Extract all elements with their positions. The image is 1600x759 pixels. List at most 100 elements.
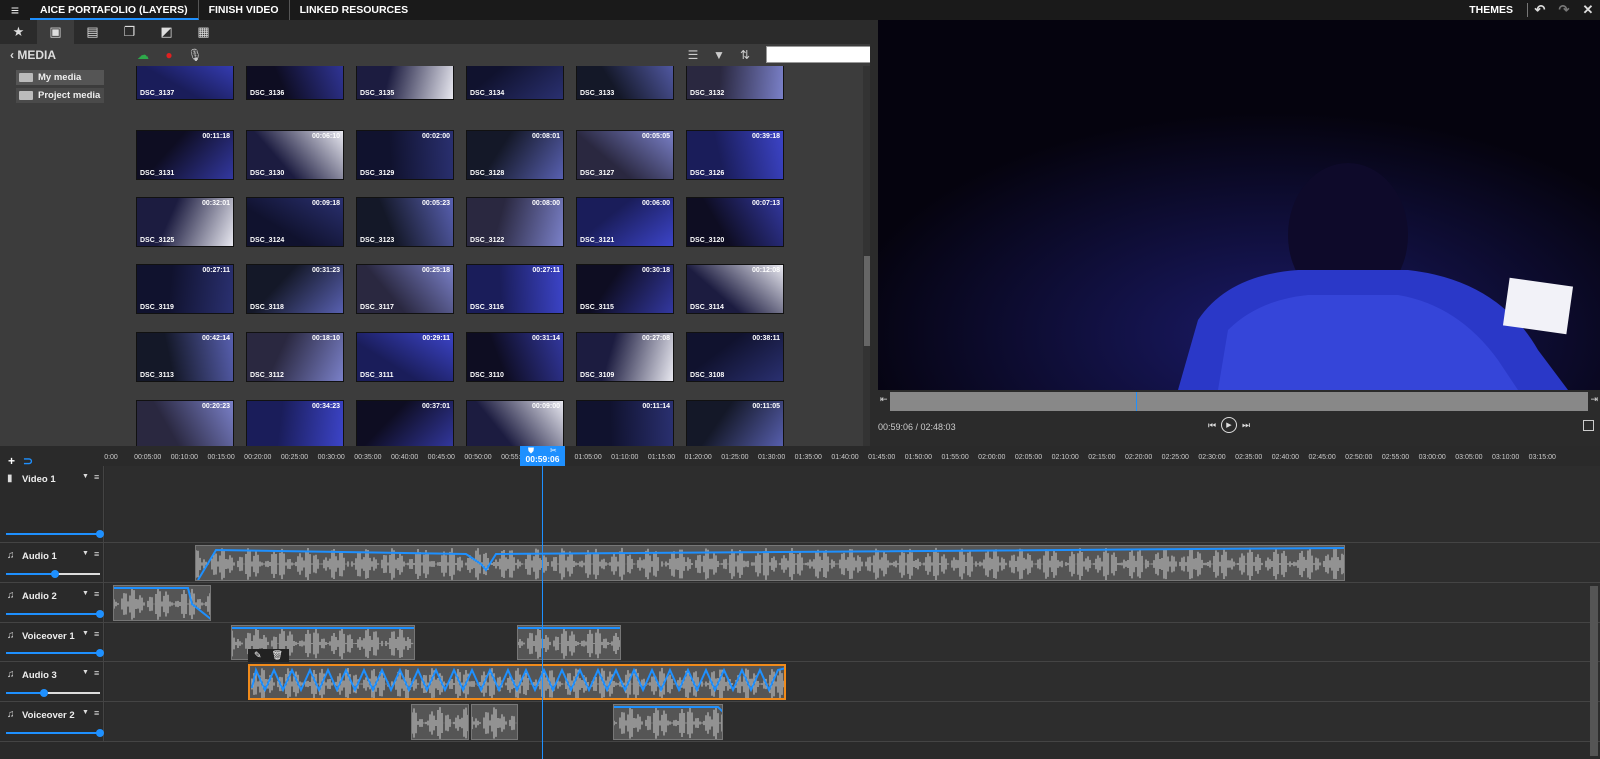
track-volume-slider[interactable] bbox=[6, 610, 104, 618]
themes-button[interactable]: THEMES bbox=[1455, 3, 1528, 17]
media-back-button[interactable]: ‹ MEDIA bbox=[0, 48, 130, 62]
audio-clip[interactable] bbox=[411, 704, 469, 740]
scrub-track[interactable] bbox=[890, 392, 1588, 411]
media-thumbnail[interactable]: 00:25:18 DSC_3117 bbox=[356, 264, 454, 314]
media-thumbnail[interactable]: 00:02:00 DSC_3129 bbox=[356, 130, 454, 180]
track-menu-icon[interactable]: ≡ bbox=[94, 708, 99, 718]
audio-clip[interactable] bbox=[195, 545, 1345, 581]
hamburger-menu-icon[interactable]: ≡ bbox=[0, 2, 30, 18]
trim-end-icon[interactable]: ⇥ bbox=[1590, 394, 1598, 405]
track-menu-icon[interactable]: ≡ bbox=[94, 668, 99, 678]
track-lane[interactable] bbox=[105, 583, 1600, 622]
list-view-icon[interactable]: ☰ bbox=[680, 48, 706, 62]
audio-clip[interactable] bbox=[613, 704, 723, 740]
media-thumbnail[interactable]: 00:11:05 bbox=[686, 400, 784, 446]
track-lane[interactable] bbox=[105, 623, 1600, 661]
play-icon[interactable]: ▶ bbox=[1221, 417, 1237, 433]
media-thumbnail[interactable]: 00:18:10 DSC_3112 bbox=[246, 332, 344, 382]
chevron-down-icon[interactable]: ▼ bbox=[82, 669, 89, 676]
media-thumbnail[interactable]: 00:06:00 DSC_3121 bbox=[576, 197, 674, 247]
media-thumbnail[interactable]: 00:11:18 DSC_3131 bbox=[136, 130, 234, 180]
media-thumbnail[interactable]: 00:05:05 DSC_3127 bbox=[576, 130, 674, 180]
audio-clip[interactable] bbox=[113, 585, 211, 621]
media-thumbnail[interactable]: 00:05:23 DSC_3123 bbox=[356, 197, 454, 247]
track-volume-slider[interactable] bbox=[6, 530, 104, 538]
chevron-down-icon[interactable]: ▼ bbox=[82, 709, 89, 716]
media-thumbnail[interactable]: 00:11:14 bbox=[576, 400, 674, 446]
media-thumbnail[interactable]: 00:31:23 DSC_3118 bbox=[246, 264, 344, 314]
media-thumbnail[interactable]: 00:34:23 bbox=[246, 400, 344, 446]
folder-my-media[interactable]: My media bbox=[16, 70, 105, 85]
chevron-down-icon[interactable]: ▼ bbox=[82, 473, 89, 480]
audio-clip[interactable] bbox=[517, 625, 621, 660]
track-lane[interactable] bbox=[105, 702, 1600, 741]
panel-splitter[interactable] bbox=[870, 20, 878, 446]
audio-clip[interactable] bbox=[471, 704, 518, 740]
undo-icon[interactable]: ↶ bbox=[1528, 2, 1552, 18]
track-menu-icon[interactable]: ≡ bbox=[94, 589, 99, 599]
media-thumbnail[interactable]: 00:32:01 DSC_3125 bbox=[136, 197, 234, 247]
filter-icon[interactable]: ▼ bbox=[706, 48, 732, 62]
microphone-icon[interactable]: 🎙 bbox=[182, 48, 208, 62]
media-thumbnail[interactable]: 00:11:00DSC_3136 bbox=[246, 66, 344, 100]
timeline-scrollbar[interactable] bbox=[1590, 586, 1598, 756]
track-lane[interactable] bbox=[105, 543, 1600, 582]
track-volume-slider[interactable] bbox=[6, 729, 104, 737]
media-thumbnail[interactable]: 00:06:10 DSC_3130 bbox=[246, 130, 344, 180]
track-menu-icon[interactable]: ≡ bbox=[94, 549, 99, 559]
media-search-input[interactable] bbox=[766, 46, 876, 63]
media-thumbnail[interactable]: 00:39:18 DSC_3126 bbox=[686, 130, 784, 180]
folder-project-media[interactable]: Project media bbox=[16, 88, 105, 103]
track-volume-slider[interactable] bbox=[6, 689, 100, 697]
media-thumbnail[interactable]: 00:03:23DSC_3137 bbox=[136, 66, 234, 100]
preview-scrubber[interactable]: ⇤ ⇥ bbox=[878, 390, 1600, 412]
track-volume-slider[interactable] bbox=[6, 649, 104, 657]
star-icon[interactable]: ★ bbox=[0, 20, 37, 44]
media-thumbnail[interactable]: 00:08:01 DSC_3128 bbox=[466, 130, 564, 180]
images-icon[interactable]: ▦ bbox=[185, 20, 222, 44]
fullscreen-icon[interactable] bbox=[1583, 420, 1594, 431]
redo-icon[interactable]: ↷ bbox=[1552, 2, 1576, 18]
media-thumbnail[interactable]: 00:30:18 DSC_3115 bbox=[576, 264, 674, 314]
edit-icon[interactable]: ✎ bbox=[254, 650, 262, 661]
track-lane[interactable] bbox=[105, 466, 1600, 542]
close-icon[interactable]: ✕ bbox=[1576, 2, 1600, 18]
media-thumbnail[interactable]: 00:08:00 DSC_3122 bbox=[466, 197, 564, 247]
playhead-marker[interactable]: ⛊ ✂ 00:59:06 bbox=[520, 446, 565, 466]
scrub-playhead[interactable] bbox=[1135, 392, 1137, 411]
record-icon[interactable]: ● bbox=[156, 48, 182, 62]
media-thumbnail[interactable]: 00:07:13 DSC_3120 bbox=[686, 197, 784, 247]
track-lane[interactable]: ✎ 🗑 bbox=[105, 649, 1600, 701]
media-thumbnail[interactable]: 00:34:21DSC_3135 bbox=[356, 66, 454, 100]
media-thumbnail[interactable]: 00:02:12DSC_3133 bbox=[576, 66, 674, 100]
track-volume-slider[interactable] bbox=[6, 570, 100, 578]
tab-finish-video[interactable]: FINISH VIDEO bbox=[199, 0, 290, 20]
tab-linked-resources[interactable]: LINKED RESOURCES bbox=[290, 0, 419, 20]
media-thumbnail[interactable]: 00:12:08 DSC_3114 bbox=[686, 264, 784, 314]
media-thumbnail[interactable]: 00:37:01 bbox=[356, 400, 454, 446]
media-thumbnail[interactable]: 00:27:11 DSC_3116 bbox=[466, 264, 564, 314]
chevron-down-icon[interactable]: ▼ bbox=[82, 550, 89, 557]
layers-icon[interactable]: ❐ bbox=[111, 20, 148, 44]
skip-back-icon[interactable]: ⏮ bbox=[1203, 420, 1221, 431]
media-thumbnail[interactable]: 00:27:11 DSC_3119 bbox=[136, 264, 234, 314]
track-menu-icon[interactable]: ≡ bbox=[94, 472, 99, 482]
trim-start-icon[interactable]: ⇤ bbox=[880, 394, 888, 405]
media-thumbnail[interactable]: 00:27:08 DSC_3109 bbox=[576, 332, 674, 382]
media-thumbnail[interactable]: 00:42:14 DSC_3113 bbox=[136, 332, 234, 382]
media-thumbnail[interactable]: 00:09:00 bbox=[466, 400, 564, 446]
media-thumbnail[interactable]: 00:29:11 DSC_3111 bbox=[356, 332, 454, 382]
chevron-down-icon[interactable]: ▼ bbox=[82, 590, 89, 597]
trash-icon[interactable]: 🗑 bbox=[272, 650, 283, 661]
media-thumbnail[interactable]: 00:20:23 bbox=[136, 400, 234, 446]
media-thumbnail[interactable]: 00:02:07DSC_3134 bbox=[466, 66, 564, 100]
audio-clip[interactable] bbox=[248, 664, 786, 700]
skip-forward-icon[interactable]: ⏭ bbox=[1237, 420, 1255, 431]
media-thumbnail[interactable]: 00:09:18 DSC_3124 bbox=[246, 197, 344, 247]
sort-icon[interactable]: ⇅ bbox=[732, 48, 758, 62]
track-menu-icon[interactable]: ≡ bbox=[94, 629, 99, 639]
tab-aice-portafolio[interactable]: AICE PORTAFOLIO (LAYERS) bbox=[30, 0, 199, 20]
chevron-down-icon[interactable]: ▼ bbox=[82, 630, 89, 637]
cloud-upload-icon[interactable]: ☁ bbox=[130, 48, 156, 62]
effects-icon[interactable]: ◩ bbox=[148, 20, 185, 44]
